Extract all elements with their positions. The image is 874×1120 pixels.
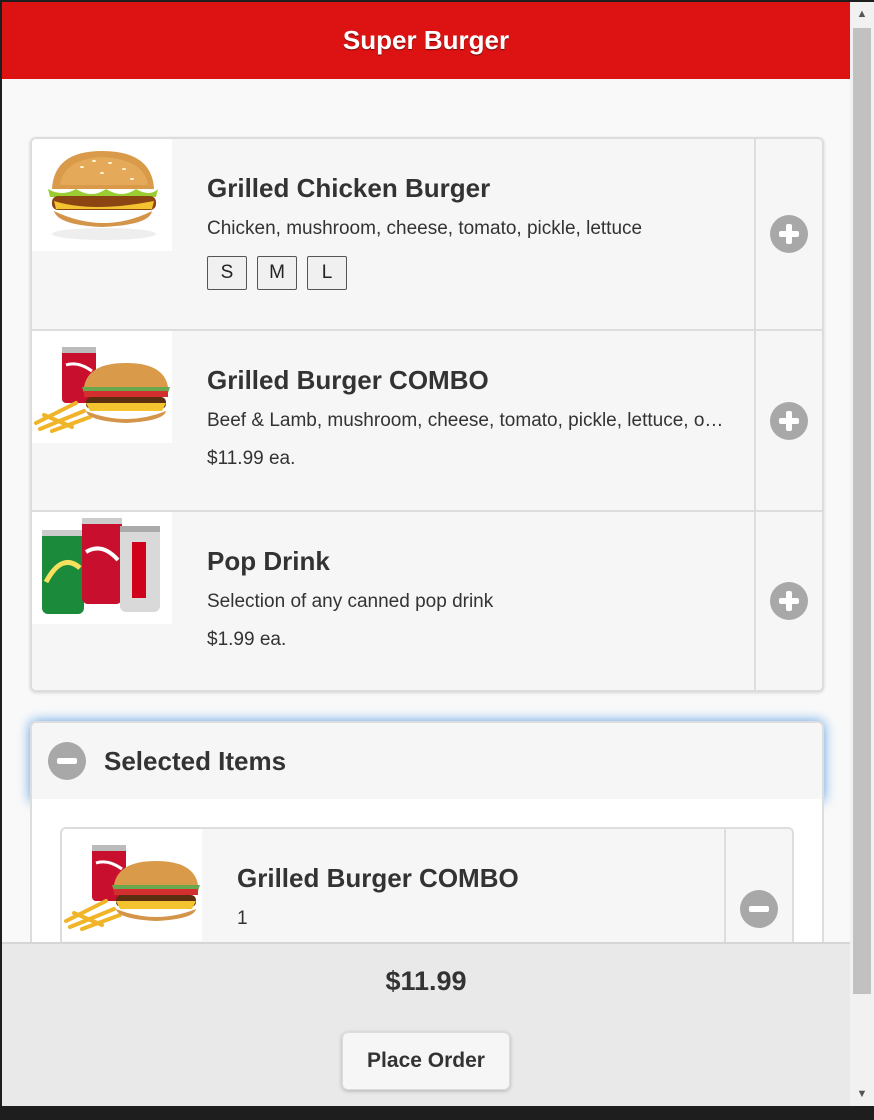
scroll-thumb[interactable]	[853, 28, 871, 994]
menu-item-body: Pop Drink Selection of any canned pop dr…	[207, 546, 732, 651]
size-button-large[interactable]: L	[307, 256, 347, 290]
pop-cans-image	[32, 512, 172, 624]
menu-item[interactable]: Pop Drink Selection of any canned pop dr…	[32, 512, 822, 690]
menu-item-description: Selection of any canned pop drink	[207, 591, 494, 612]
menu-item-title: Pop Drink	[207, 546, 330, 576]
size-options: S M L	[207, 256, 732, 290]
plus-circle-icon	[770, 401, 808, 440]
order-total: $11.99	[385, 966, 467, 996]
plus-circle-icon	[770, 215, 808, 253]
minus-circle-icon	[48, 742, 86, 780]
page-header: Super Burger	[2, 2, 850, 79]
add-item-button[interactable]	[754, 331, 822, 510]
menu-item-price: $11.99 ea.	[207, 448, 296, 469]
menu-item-body: Grilled Chicken Burger Chicken, mushroom…	[207, 173, 732, 290]
vertical-scrollbar[interactable]: ▲ ▼	[850, 2, 874, 1106]
plus-circle-icon	[770, 582, 808, 620]
burger-combo-image	[32, 331, 172, 443]
selected-item-quantity: 1	[237, 908, 248, 929]
menu-item[interactable]: Grilled Chicken Burger Chicken, mushroom…	[32, 139, 822, 331]
add-item-button[interactable]	[754, 139, 822, 329]
scroll-down-arrow-icon[interactable]: ▼	[850, 1082, 874, 1106]
selected-items-title: Selected Items	[104, 745, 287, 776]
order-footer: $11.99 Place Order	[2, 942, 850, 1106]
menu-item-description: Chicken, mushroom, cheese, tomato, pickl…	[207, 218, 643, 239]
menu-item-title: Grilled Chicken Burger	[207, 173, 491, 203]
app-viewport: Super Burger Grilled Chicken Burger Chic…	[2, 2, 850, 1106]
burger-combo-image	[62, 829, 202, 941]
size-button-small[interactable]: S	[207, 256, 247, 290]
add-item-button[interactable]	[754, 512, 822, 690]
menu-item[interactable]: Grilled Burger COMBO Beef & Lamb, mushro…	[32, 331, 822, 512]
menu-item-body: Grilled Burger COMBO Beef & Lamb, mushro…	[207, 365, 732, 470]
selected-item-title: Grilled Burger COMBO	[237, 863, 519, 893]
selected-items-toggle[interactable]: Selected Items	[30, 721, 824, 801]
menu-item-price: $1.99 ea.	[207, 629, 287, 650]
size-button-medium[interactable]: M	[257, 256, 297, 290]
page-title: Super Burger	[342, 25, 510, 55]
scroll-up-arrow-icon[interactable]: ▲	[850, 2, 874, 26]
menu-list: Grilled Chicken Burger Chicken, mushroom…	[30, 137, 824, 692]
chicken-burger-image	[32, 139, 172, 251]
menu-item-title: Grilled Burger COMBO	[207, 365, 489, 395]
selected-item-body: Grilled Burger COMBO 1	[237, 863, 702, 930]
menu-item-description: Beef & Lamb, mushroom, cheese, tomato, p…	[207, 410, 732, 431]
place-order-button[interactable]: Place Order	[342, 1032, 510, 1090]
minus-circle-icon	[740, 890, 778, 928]
